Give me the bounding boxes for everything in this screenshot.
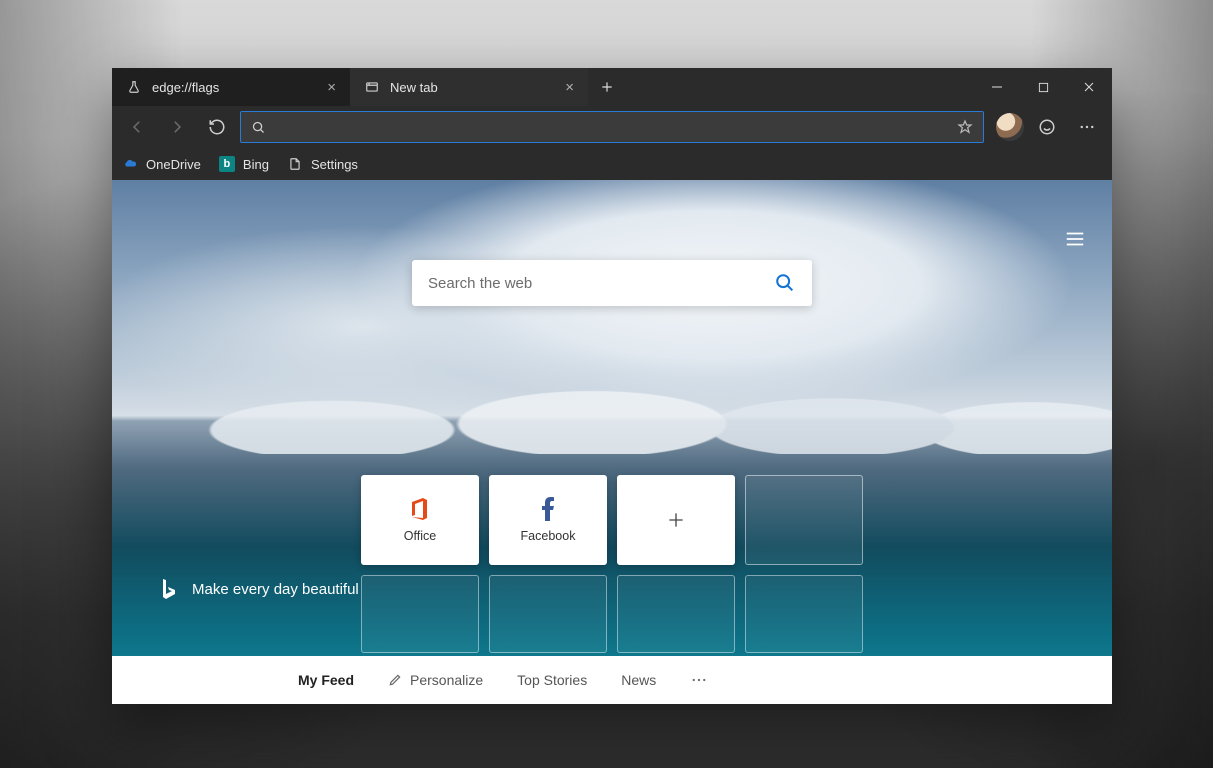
feed-more-button[interactable]	[690, 671, 708, 689]
new-tab-page: Office Facebook	[112, 180, 1112, 704]
new-tab-button[interactable]	[588, 68, 626, 106]
favorite-settings[interactable]: Settings	[287, 156, 358, 172]
feedback-smiley-button[interactable]	[1030, 110, 1064, 144]
bing-tagline[interactable]: Make every day beautiful	[160, 578, 359, 600]
tile-label: Office	[404, 529, 436, 543]
tab-title: New tab	[390, 80, 438, 95]
toolbar	[112, 106, 1112, 148]
facebook-icon	[542, 497, 554, 521]
hero-snowcaps	[112, 334, 1112, 454]
more-menu-button[interactable]	[1070, 110, 1104, 144]
tagline-text: Make every day beautiful	[192, 581, 359, 598]
address-input[interactable]	[276, 119, 947, 135]
favorite-label: Settings	[311, 157, 358, 172]
tab-strip: edge://flags × New tab ×	[112, 68, 1112, 106]
page-settings-button[interactable]	[1064, 228, 1086, 250]
feed-label: My Feed	[298, 672, 354, 688]
tile-placeholder[interactable]	[745, 575, 863, 653]
browser-chrome: edge://flags × New tab ×	[112, 68, 1112, 180]
profile-avatar[interactable]	[996, 113, 1024, 141]
close-window-button[interactable]	[1066, 68, 1112, 106]
web-search-input[interactable]	[428, 275, 774, 292]
close-tab-icon[interactable]: ×	[327, 80, 336, 95]
page-icon	[287, 156, 303, 172]
maximize-button[interactable]	[1020, 68, 1066, 106]
feed-label: Personalize	[410, 672, 483, 688]
address-bar[interactable]	[240, 111, 984, 143]
feed-bar: My Feed Personalize Top Stories News	[112, 656, 1112, 704]
search-icon	[251, 120, 266, 135]
bing-logo-icon	[160, 578, 178, 600]
tab-title: edge://flags	[152, 80, 219, 95]
browser-window: edge://flags × New tab ×	[112, 68, 1112, 704]
tab-newtab[interactable]: New tab ×	[350, 68, 588, 106]
favorite-label: Bing	[243, 157, 269, 172]
tile-facebook[interactable]: Facebook	[489, 475, 607, 565]
flask-icon	[126, 79, 142, 95]
tile-add-site[interactable]	[617, 475, 735, 565]
tile-placeholder[interactable]	[361, 575, 479, 653]
forward-button[interactable]	[160, 110, 194, 144]
feed-label: Top Stories	[517, 672, 587, 688]
tile-placeholder[interactable]	[745, 475, 863, 565]
refresh-button[interactable]	[200, 110, 234, 144]
favorites-bar: OneDrive b Bing Settings	[112, 148, 1112, 180]
favorite-onedrive[interactable]: OneDrive	[122, 156, 201, 172]
favorite-bing[interactable]: b Bing	[219, 156, 269, 172]
web-search-box[interactable]	[412, 260, 812, 306]
feed-tab-topstories[interactable]: Top Stories	[517, 672, 587, 688]
search-submit-icon[interactable]	[774, 272, 796, 294]
newtab-icon	[364, 79, 380, 95]
feed-label: News	[621, 672, 656, 688]
window-controls	[974, 68, 1112, 106]
desktop-wallpaper: edge://flags × New tab ×	[0, 0, 1213, 768]
pencil-icon	[388, 673, 402, 687]
top-sites-row-1: Office Facebook	[361, 475, 863, 565]
favorite-label: OneDrive	[146, 157, 201, 172]
back-button[interactable]	[120, 110, 154, 144]
tile-placeholder[interactable]	[489, 575, 607, 653]
office-icon	[410, 497, 430, 521]
favorite-star-icon[interactable]	[957, 119, 973, 135]
tile-office[interactable]: Office	[361, 475, 479, 565]
feed-tab-myfeed[interactable]: My Feed	[298, 672, 354, 688]
bing-icon: b	[219, 156, 235, 172]
close-tab-icon[interactable]: ×	[565, 80, 574, 95]
tile-label: Facebook	[521, 529, 576, 543]
tile-placeholder[interactable]	[617, 575, 735, 653]
tab-flags[interactable]: edge://flags ×	[112, 68, 350, 106]
top-sites-row-2	[361, 575, 863, 653]
minimize-button[interactable]	[974, 68, 1020, 106]
feed-tab-news[interactable]: News	[621, 672, 656, 688]
onedrive-icon	[122, 156, 138, 172]
feed-tab-personalize[interactable]: Personalize	[388, 672, 483, 688]
